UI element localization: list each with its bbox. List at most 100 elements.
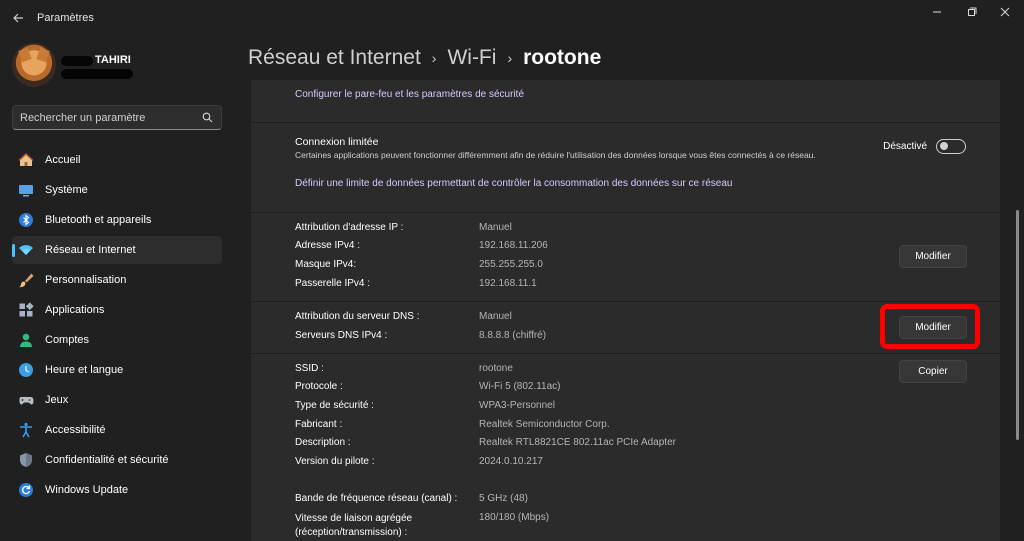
- ipv4-address-label: Adresse IPv4 :: [295, 240, 361, 251]
- link-speed-label: Vitesse de liaison agrégée: [295, 513, 413, 524]
- sidebar-item-accueil[interactable]: Accueil: [12, 146, 222, 174]
- frequency-band-label: Bande de fréquence réseau (canal) :: [295, 493, 458, 504]
- redacted-email: [61, 69, 133, 79]
- sidebar-item-label: Heure et langue: [45, 364, 124, 376]
- edit-ip-button[interactable]: Modifier: [899, 245, 967, 268]
- highlight-annotation: [880, 304, 980, 349]
- sidebar-item-reseau[interactable]: Réseau et Internet: [12, 236, 222, 264]
- app-title: Paramètres: [37, 12, 94, 24]
- sidebar-item-jeux[interactable]: Jeux: [12, 386, 222, 414]
- search-icon[interactable]: [202, 112, 213, 123]
- sidebar-item-bluetooth[interactable]: Bluetooth et appareils: [12, 206, 222, 234]
- copy-button[interactable]: Copier: [899, 360, 967, 383]
- ipv4-mask-label: Masque IPv4:: [295, 259, 357, 270]
- ipv4-gateway-label: Passerelle IPv4 :: [295, 278, 371, 289]
- security-type-value: WPA3-Personnel: [479, 400, 555, 411]
- protocol-label: Protocole :: [295, 381, 343, 392]
- ssid-value: rootone: [479, 363, 513, 374]
- breadcrumb-reseau[interactable]: Réseau et Internet: [248, 46, 421, 70]
- sidebar-item-confidentialite[interactable]: Confidentialité et sécurité: [12, 446, 222, 474]
- ipv4-gateway-value: 192.168.11.1: [479, 278, 537, 289]
- metered-connection-title: Connexion limitée: [295, 136, 379, 148]
- metered-connection-description: Certaines applications peuvent fonctionn…: [295, 150, 816, 160]
- breadcrumb: Réseau et Internet › Wi-Fi › rootone: [248, 44, 601, 72]
- manufacturer-label: Fabricant :: [295, 419, 343, 430]
- sidebar-item-label: Comptes: [45, 334, 90, 346]
- gamepad-icon: [19, 397, 34, 405]
- frequency-band-value: 5 GHz (48): [479, 493, 528, 504]
- clock-icon: [19, 363, 33, 377]
- breadcrumb-wifi[interactable]: Wi-Fi: [447, 46, 496, 70]
- chevron-right-icon: ›: [507, 50, 513, 66]
- system-icon: [19, 185, 33, 197]
- description-label: Description :: [295, 437, 351, 448]
- dns-servers-value: 8.8.8.8 (chiffré): [479, 330, 547, 341]
- sidebar-item-label: Jeux: [45, 394, 69, 406]
- driver-version-value: 2024.0.10.217: [479, 456, 543, 467]
- maximize-icon[interactable]: [957, 4, 987, 22]
- protocol-value: Wi-Fi 5 (802.11ac): [479, 381, 561, 392]
- sidebar-item-comptes[interactable]: Comptes: [12, 326, 222, 354]
- apps-icon: [19, 302, 34, 317]
- description-value: Realtek RTL8821CE 802.11ac PCIe Adapter: [479, 437, 676, 448]
- data-limit-link[interactable]: Définir une limite de données permettant…: [295, 178, 732, 189]
- divider: [251, 122, 1000, 123]
- sidebar-item-label: Personnalisation: [45, 274, 127, 286]
- sidebar-item-systeme[interactable]: Système: [12, 176, 222, 204]
- sidebar-item-label: Accessibilité: [45, 424, 106, 436]
- sidebar-item-label: Windows Update: [45, 484, 129, 496]
- ipv4-address-value: 192.168.11.206: [479, 240, 548, 251]
- avatar[interactable]: [12, 43, 56, 87]
- link-speed-label-line2: (réception/transmission) :: [295, 527, 408, 538]
- divider: [251, 353, 1000, 354]
- dns-servers-label: Serveurs DNS IPv4 :: [295, 330, 388, 341]
- search-box[interactable]: [12, 105, 222, 130]
- shield-icon: [20, 453, 32, 467]
- ipv4-mask-value: 255.255.255.0: [479, 259, 543, 270]
- sidebar-item-label: Système: [45, 184, 88, 196]
- driver-version-label: Version du pilote :: [295, 456, 375, 467]
- sidebar-item-label: Réseau et Internet: [45, 244, 136, 256]
- chevron-right-icon: ›: [431, 50, 437, 66]
- metered-connection-toggle[interactable]: [936, 138, 966, 154]
- sidebar-item-personnalisation[interactable]: Personnalisation: [12, 266, 222, 294]
- sidebar-item-applications[interactable]: Applications: [12, 296, 222, 324]
- sidebar-item-label: Bluetooth et appareils: [45, 214, 152, 226]
- home-icon: [18, 152, 34, 166]
- security-type-label: Type de sécurité :: [295, 400, 374, 411]
- divider: [251, 301, 1000, 302]
- ip-assignment-label: Attribution d'adresse IP :: [295, 222, 404, 233]
- sidebar-item-heure[interactable]: Heure et langue: [12, 356, 222, 384]
- ip-assignment-value: Manuel: [479, 222, 512, 233]
- page-title: rootone: [523, 46, 602, 69]
- manufacturer-value: Realtek Semiconductor Corp.: [479, 419, 610, 430]
- close-icon[interactable]: [990, 4, 1020, 22]
- title-bar: Paramètres: [0, 0, 1024, 36]
- sidebar-item-label: Accueil: [45, 154, 81, 166]
- scrollbar[interactable]: [1016, 210, 1019, 440]
- back-arrow-icon[interactable]: [8, 8, 28, 28]
- toggle-state-label: Désactivé: [883, 140, 927, 152]
- dns-assignment-value: Manuel: [479, 311, 512, 322]
- sidebar-nav: Accueil Système Bluetooth et appareils R…: [12, 146, 222, 506]
- link-speed-value: 180/180 (Mbps): [479, 512, 550, 523]
- search-input[interactable]: [20, 110, 190, 126]
- ssid-label: SSID :: [295, 363, 324, 374]
- sidebar-item-label: Applications: [45, 304, 105, 316]
- profile-name: TAHIRI: [95, 54, 131, 66]
- account-icon: [20, 333, 32, 347]
- bluetooth-icon: [19, 213, 33, 227]
- brush-icon: [19, 273, 34, 288]
- sidebar-item-label: Confidentialité et sécurité: [45, 454, 169, 466]
- firewall-settings-link[interactable]: Configurer le pare-feu et les paramètres…: [295, 89, 524, 100]
- accessibility-icon: [20, 422, 32, 438]
- update-icon: [19, 483, 33, 497]
- wifi-icon: [19, 245, 33, 255]
- minimize-icon[interactable]: [922, 4, 952, 22]
- sidebar-item-accessibilite[interactable]: Accessibilité: [12, 416, 222, 444]
- divider: [251, 212, 1000, 213]
- redacted-name: [61, 56, 93, 66]
- dns-assignment-label: Attribution du serveur DNS :: [295, 311, 420, 322]
- metered-toggle-group[interactable]: Désactivé: [883, 138, 966, 154]
- sidebar-item-windows-update[interactable]: Windows Update: [12, 476, 222, 504]
